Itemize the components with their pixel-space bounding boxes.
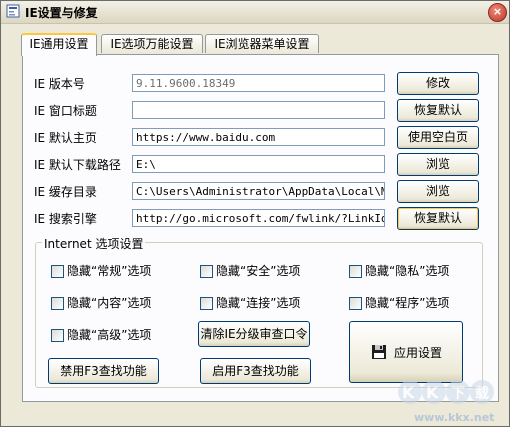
checkbox-box[interactable] [200,265,213,278]
restore-search-button[interactable]: 恢复默认 [397,207,479,230]
tab-ie-options[interactable]: IE选项万能设置 [101,34,203,53]
window-title-field[interactable] [132,101,385,119]
hide-connections-checkbox[interactable]: 隐藏“连接”选项 [200,295,325,311]
homepage-field[interactable]: https://www.baidu.com [132,128,385,146]
close-button[interactable]: × [488,3,507,22]
title-bar[interactable]: IE设置与修复 × [1,1,509,24]
svg-text:K: K [402,383,415,402]
svg-text:下: 下 [451,386,465,402]
restore-title-button[interactable]: 恢复默认 [397,99,479,122]
browse-download-button[interactable]: 浏览 [397,153,479,176]
checkbox-box[interactable] [200,297,213,310]
checkbox-box[interactable] [349,297,362,310]
apply-settings-label: 应用设置 [394,346,443,360]
checkbox-label: 隐藏“程序”选项 [365,296,450,310]
cache-dir-label: IE 缓存目录 [34,185,97,199]
download-path-label: IE 默认下载路径 [34,158,121,172]
window-title: IE设置与修复 [25,6,98,20]
svg-text:K: K [426,383,439,402]
svg-text:载: 载 [475,385,489,402]
checkbox-label: 隐藏“高级”选项 [67,328,152,342]
version-label: IE 版本号 [34,77,85,91]
checkbox-label: 隐藏“常规”选项 [67,264,152,278]
group-title: Internet 选项设置 [42,235,146,252]
cache-dir-field[interactable]: C:\Users\Administrator\AppData\Local\Mic… [132,182,385,200]
checkbox-label: 隐藏“隐私”选项 [365,264,450,278]
homepage-label: IE 默认主页 [34,131,97,145]
checkbox-label: 隐藏“安全”选项 [216,264,301,278]
clear-rating-password-button[interactable]: 清除IE分级审查口令 [198,321,310,347]
hide-general-checkbox[interactable]: 隐藏“常规”选项 [51,263,176,279]
general-settings-panel: IE 版本号 9.11.9600.18349 修改 IE 窗口标题 恢复默认 I… [22,54,499,402]
save-disk-icon [372,345,386,359]
hide-privacy-checkbox[interactable]: 隐藏“隐私”选项 [349,263,474,279]
checkbox-label: 隐藏“内容”选项 [67,296,152,310]
search-engine-field[interactable]: http://go.microsoft.com/fwlink/?LinkId=5… [132,209,385,227]
hide-advanced-checkbox[interactable]: 隐藏“高级”选项 [51,327,176,343]
browse-cache-button[interactable]: 浏览 [397,180,479,203]
search-engine-label: IE 搜索引擎 [34,212,97,226]
checkbox-box[interactable] [51,297,64,310]
hide-security-checkbox[interactable]: 隐藏“安全”选项 [200,263,325,279]
modify-version-button[interactable]: 修改 [397,72,479,95]
settings-icon [6,4,20,18]
watermark-url: www.kkx.net [414,411,495,424]
checkbox-box[interactable] [349,265,362,278]
tab-ie-general[interactable]: IE通用设置 [21,33,97,56]
app-window: IE设置与修复 × IE通用设置 IE选项万能设置 IE浏览器菜单设置 IE 版… [0,0,510,427]
tab-ie-menu[interactable]: IE浏览器菜单设置 [205,34,319,53]
hide-programs-checkbox[interactable]: 隐藏“程序”选项 [349,295,474,311]
checkbox-box[interactable] [51,265,64,278]
download-path-field[interactable]: E:\ [132,155,385,173]
disable-f3-button[interactable]: 禁用F3查找功能 [48,358,159,384]
window-title-label: IE 窗口标题 [34,104,97,118]
checkbox-box[interactable] [51,329,64,342]
blank-page-button[interactable]: 使用空白页 [397,126,479,149]
enable-f3-button[interactable]: 启用F3查找功能 [200,358,311,384]
hide-content-checkbox[interactable]: 隐藏“内容”选项 [51,295,176,311]
checkbox-label: 隐藏“连接”选项 [216,296,301,310]
version-field[interactable]: 9.11.9600.18349 [132,74,385,92]
